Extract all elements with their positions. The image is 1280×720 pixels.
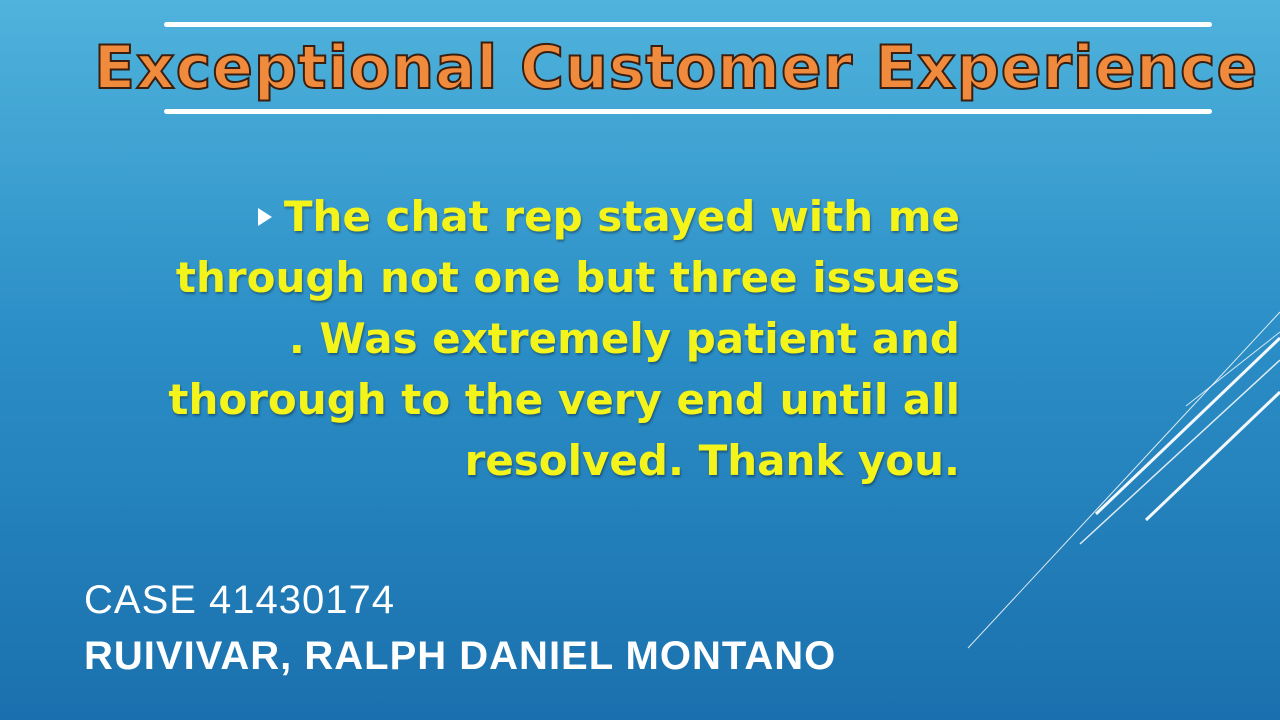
- case-number: CASE 41430174: [84, 578, 396, 622]
- quote-line-3: . Was extremely patient and: [288, 314, 960, 363]
- customer-quote: The chat rep stayed with me through not …: [115, 186, 960, 491]
- quote-line-1-text: The chat rep stayed with me: [283, 192, 960, 241]
- title-rule-top: [164, 22, 1212, 27]
- quote-line-2: through not one but three issues: [175, 253, 960, 302]
- quote-line-1: The chat rep stayed with me: [115, 186, 960, 247]
- quote-line-4: thorough to the very end until all: [168, 375, 960, 424]
- author-name: RUIVIVAR, RALPH DANIEL MONTANO: [84, 634, 837, 678]
- slide-title: Exceptional Customer Experience: [93, 32, 1259, 104]
- quote-line-5: resolved. Thank you.: [464, 436, 960, 485]
- triangle-right-icon: [257, 208, 272, 226]
- title-rule-bottom: [164, 109, 1212, 114]
